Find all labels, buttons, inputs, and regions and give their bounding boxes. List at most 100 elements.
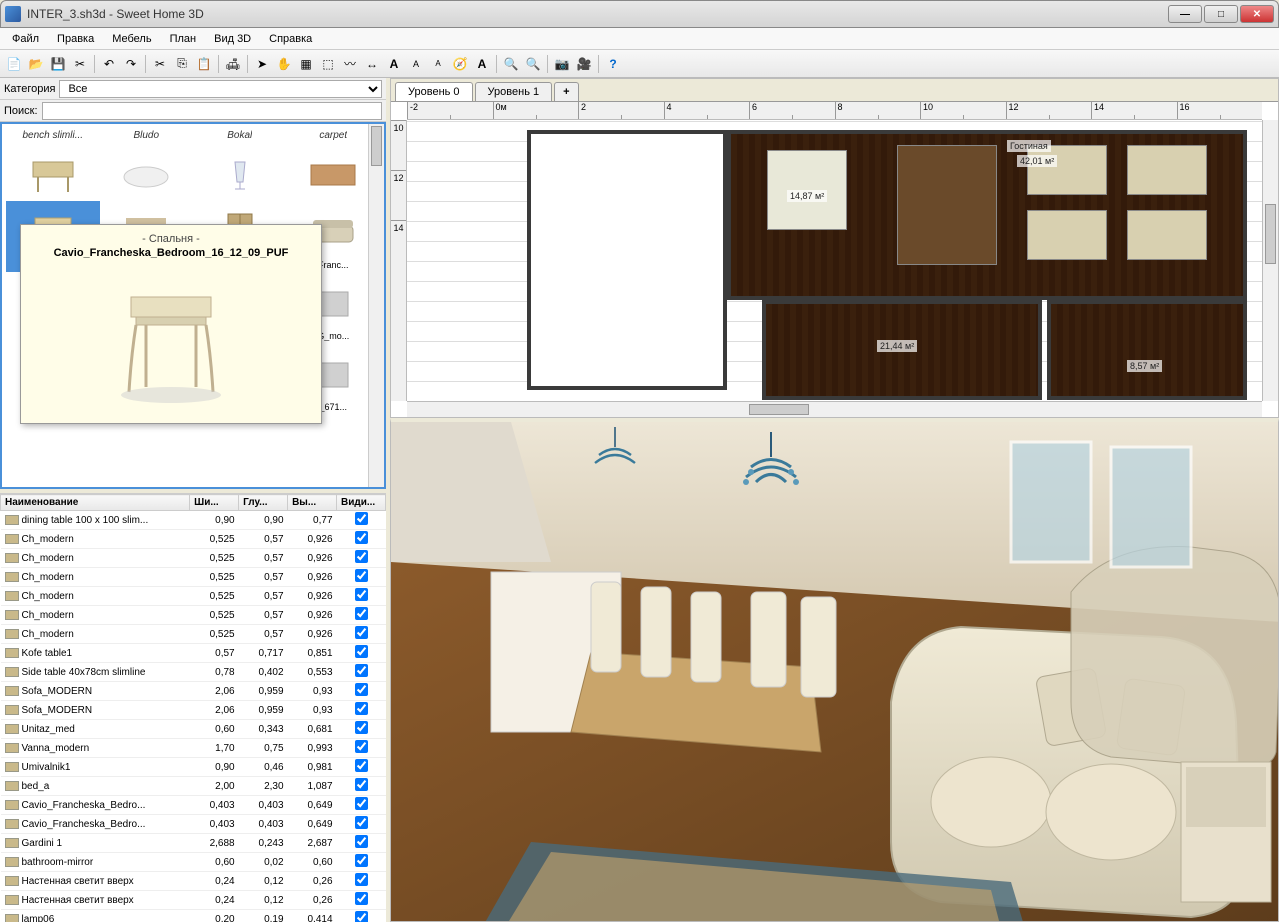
visible-checkbox[interactable] (355, 854, 368, 867)
level-tab[interactable]: Уровень 0 (395, 82, 473, 101)
prefs-icon[interactable]: ✂ (70, 54, 90, 74)
menu-План[interactable]: План (162, 31, 205, 47)
wall-icon[interactable]: ▦ (296, 54, 316, 74)
table-row[interactable]: Ch_modern0,5250,570,926 (1, 549, 386, 568)
visible-checkbox[interactable] (355, 778, 368, 791)
visible-checkbox[interactable] (355, 721, 368, 734)
table-row[interactable]: dining table 100 x 100 slim...0,900,900,… (1, 511, 386, 530)
catalog-item[interactable]: bench slimli... (6, 128, 100, 201)
table-row[interactable]: Ch_modern0,5250,570,926 (1, 568, 386, 587)
catalog-scrollbar[interactable] (368, 124, 384, 487)
video-icon[interactable]: 🎥 (574, 54, 594, 74)
save-icon[interactable]: 💾 (48, 54, 68, 74)
view-3d[interactable] (390, 418, 1279, 922)
column-header[interactable]: Глу... (239, 495, 288, 511)
table-row[interactable]: Настенная светит вверх0,240,120,26 (1, 891, 386, 910)
table-row[interactable]: Cavio_Francheska_Bedro...0,4030,4030,649 (1, 815, 386, 834)
column-header[interactable]: Вы... (288, 495, 337, 511)
catalog-item[interactable]: carpet (287, 128, 381, 201)
menu-Файл[interactable]: Файл (4, 31, 47, 47)
visible-checkbox[interactable] (355, 531, 368, 544)
visible-checkbox[interactable] (355, 816, 368, 829)
table-row[interactable]: Sofa_MODERN2,060,9590,93 (1, 682, 386, 701)
table-row[interactable]: Vanna_modern1,700,750,993 (1, 739, 386, 758)
open-icon[interactable]: 📂 (26, 54, 46, 74)
copy-icon[interactable]: ⎘ (172, 54, 192, 74)
visible-checkbox[interactable] (355, 645, 368, 658)
visible-checkbox[interactable] (355, 797, 368, 810)
table-row[interactable]: bed_a2,002,301,087 (1, 777, 386, 796)
polyline-icon[interactable]: 〰 (340, 54, 360, 74)
table-row[interactable]: Ch_modern0,5250,570,926 (1, 625, 386, 644)
column-header[interactable]: Наименование (1, 495, 190, 511)
table-row[interactable]: Umivalnik10,900,460,981 (1, 758, 386, 777)
visible-checkbox[interactable] (355, 626, 368, 639)
visible-checkbox[interactable] (355, 683, 368, 696)
undo-icon[interactable]: ↶ (99, 54, 119, 74)
text-small-icon[interactable]: A (406, 54, 426, 74)
menu-Справка[interactable]: Справка (261, 31, 320, 47)
table-row[interactable]: Kofe table10,570,7170,851 (1, 644, 386, 663)
zoom-out-icon[interactable]: 🔍 (523, 54, 543, 74)
new-icon[interactable]: 📄 (4, 54, 24, 74)
visible-checkbox[interactable] (355, 911, 368, 922)
column-header[interactable]: Види... (337, 495, 386, 511)
visible-checkbox[interactable] (355, 835, 368, 848)
plan-scroll-h[interactable] (407, 401, 1262, 417)
visible-checkbox[interactable] (355, 550, 368, 563)
photo-icon[interactable]: 📷 (552, 54, 572, 74)
table-row[interactable]: lamp060,200,190,414 (1, 910, 386, 922)
help-icon[interactable]: ? (603, 54, 623, 74)
search-row: Поиск: (0, 100, 386, 122)
table-row[interactable]: Gardini 12,6880,2432,687 (1, 834, 386, 853)
table-row[interactable]: Cavio_Francheska_Bedro...0,4030,4030,649 (1, 796, 386, 815)
visible-checkbox[interactable] (355, 702, 368, 715)
catalog-item[interactable]: Bludo (100, 128, 194, 201)
table-row[interactable]: bathroom-mirror0,600,020,60 (1, 853, 386, 872)
level-tab[interactable]: Уровень 1 (475, 82, 553, 101)
table-row[interactable]: Side table 40x78cm slimline0,780,4020,55… (1, 663, 386, 682)
table-row[interactable]: Настенная светит вверх0,240,120,26 (1, 872, 386, 891)
visible-checkbox[interactable] (355, 588, 368, 601)
table-row[interactable]: Sofa_MODERN2,060,9590,93 (1, 701, 386, 720)
visible-checkbox[interactable] (355, 892, 368, 905)
search-input[interactable] (42, 102, 382, 120)
close-button[interactable]: ✕ (1240, 5, 1274, 23)
room-icon[interactable]: ⬚ (318, 54, 338, 74)
dimension-icon[interactable]: ↔ (362, 54, 382, 74)
table-row[interactable]: Ch_modern0,5250,570,926 (1, 606, 386, 625)
minimize-button[interactable]: — (1168, 5, 1202, 23)
table-row[interactable]: Unitaz_med0,600,3430,681 (1, 720, 386, 739)
column-header[interactable]: Ши... (190, 495, 239, 511)
paste-icon[interactable]: 📋 (194, 54, 214, 74)
visible-checkbox[interactable] (355, 664, 368, 677)
menu-Правка[interactable]: Правка (49, 31, 102, 47)
cut-icon[interactable]: ✂ (150, 54, 170, 74)
visible-checkbox[interactable] (355, 512, 368, 525)
maximize-button[interactable]: □ (1204, 5, 1238, 23)
menu-Вид 3D[interactable]: Вид 3D (206, 31, 259, 47)
text-smaller-icon[interactable]: A (428, 54, 448, 74)
select-icon[interactable]: ➤ (252, 54, 272, 74)
text-big-icon[interactable]: A (384, 54, 404, 74)
zoom-in-icon[interactable]: 🔍 (501, 54, 521, 74)
table-row[interactable]: Ch_modern0,5250,570,926 (1, 530, 386, 549)
add-furniture-icon[interactable]: 🛋 (223, 54, 243, 74)
compass-icon[interactable]: 🧭 (450, 54, 470, 74)
plan-scroll-v[interactable] (1262, 120, 1278, 401)
visible-checkbox[interactable] (355, 607, 368, 620)
catalog-item[interactable]: Bokal (193, 128, 287, 201)
visible-checkbox[interactable] (355, 740, 368, 753)
visible-checkbox[interactable] (355, 569, 368, 582)
category-select[interactable]: Все (59, 80, 382, 98)
plan-canvas[interactable]: 14,87 м² 21,44 м² 8,57 м² 42,01 м² Гости… (407, 120, 1262, 401)
menu-Мебель[interactable]: Мебель (104, 31, 159, 47)
pan-icon[interactable]: ✋ (274, 54, 294, 74)
visible-checkbox[interactable] (355, 759, 368, 772)
redo-icon[interactable]: ↷ (121, 54, 141, 74)
table-row[interactable]: Ch_modern0,5250,570,926 (1, 587, 386, 606)
add-level-button[interactable]: + (554, 82, 578, 101)
plan-view[interactable]: -20м246810121416 101214 14,87 м² 21,44 м… (391, 101, 1278, 417)
text-tool-icon[interactable]: A (472, 54, 492, 74)
visible-checkbox[interactable] (355, 873, 368, 886)
